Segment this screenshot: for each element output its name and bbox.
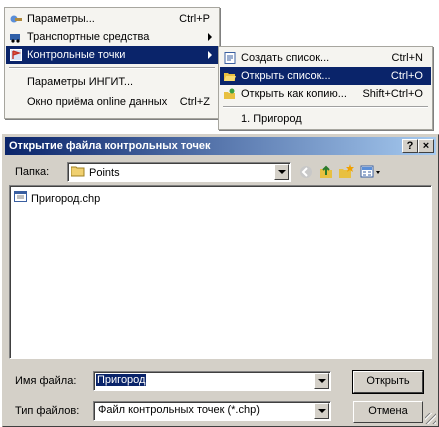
folder-label: Папка:: [15, 166, 50, 178]
submenu-arrow-icon: [208, 33, 212, 41]
menu-item-vehicles[interactable]: Транспортные средства: [6, 28, 218, 46]
list-item[interactable]: Пригород.chp: [14, 191, 100, 206]
filetype-label: Тип файлов:: [15, 405, 80, 417]
file-name: Пригород.chp: [31, 192, 101, 205]
new-folder-icon[interactable]: [337, 163, 355, 181]
up-folder-icon[interactable]: [317, 163, 335, 181]
dialog-titlebar[interactable]: Открытие файла контрольных точек: [5, 137, 436, 155]
open-button[interactable]: Открыть: [352, 370, 424, 394]
filetype-select[interactable]: Файл контрольных точек (*.chp): [93, 401, 331, 421]
close-button[interactable]: ×: [418, 139, 434, 153]
vehicle-icon: [10, 31, 22, 43]
menu-item-online-data-window[interactable]: Окно приёма online данных Ctrl+Z: [6, 93, 218, 111]
menu-separator: [223, 106, 428, 108]
menu-item-create-list[interactable]: Создать список... Ctrl+N: [220, 49, 431, 67]
resize-grip[interactable]: [425, 413, 436, 424]
filename-input[interactable]: Пригород: [93, 371, 331, 391]
folder-combo[interactable]: Points: [67, 162, 291, 182]
menu-item-checkpoints[interactable]: Контрольные точки: [6, 46, 218, 64]
dialog-title: Открытие файла контрольных точек: [9, 140, 211, 152]
dialog-toolbar: [297, 163, 387, 181]
filename-value: Пригород: [96, 374, 147, 386]
new-list-icon: [224, 52, 236, 64]
checkpoints-submenu: Создать список... Ctrl+N Открыть список.…: [218, 46, 433, 130]
menu-item-ingit-parameters[interactable]: Параметры ИНГИТ...: [6, 73, 218, 91]
file-list[interactable]: Пригород.chp: [9, 185, 432, 359]
cancel-button[interactable]: Отмена: [353, 401, 423, 423]
menu-item-open-as-copy[interactable]: Открыть как копию... Shift+Ctrl+O: [220, 85, 431, 103]
filename-dropdown-button[interactable]: [314, 373, 329, 389]
back-icon[interactable]: [297, 163, 315, 181]
wrench-icon: [10, 13, 22, 25]
menu-item-parameters[interactable]: Параметры... Ctrl+P: [6, 10, 218, 28]
menu-separator: [9, 67, 215, 69]
folder-value: Points: [89, 166, 120, 179]
view-menu-icon[interactable]: [359, 163, 383, 181]
main-menu: Параметры... Ctrl+P Транспортные средств…: [4, 7, 220, 119]
folder-dropdown-button[interactable]: [274, 164, 289, 180]
submenu-arrow-icon: [208, 51, 212, 59]
filetype-dropdown-button[interactable]: [314, 403, 329, 419]
open-folder-icon: [224, 70, 236, 82]
menu-item-open-list[interactable]: Открыть список... Ctrl+O: [220, 67, 431, 85]
chp-file-icon: [14, 191, 28, 206]
filename-label: Имя файла:: [15, 375, 77, 387]
open-copy-icon: [224, 88, 236, 100]
help-button[interactable]: ?: [402, 139, 418, 153]
checkpoint-icon: [10, 49, 22, 61]
open-file-dialog: Открытие файла контрольных точек ? × Пап…: [2, 134, 439, 427]
folder-icon: [70, 165, 85, 180]
filetype-value: Файл контрольных точек (*.chp): [98, 404, 260, 416]
menu-item-recent-prigorod[interactable]: 1. Пригород: [220, 110, 431, 128]
